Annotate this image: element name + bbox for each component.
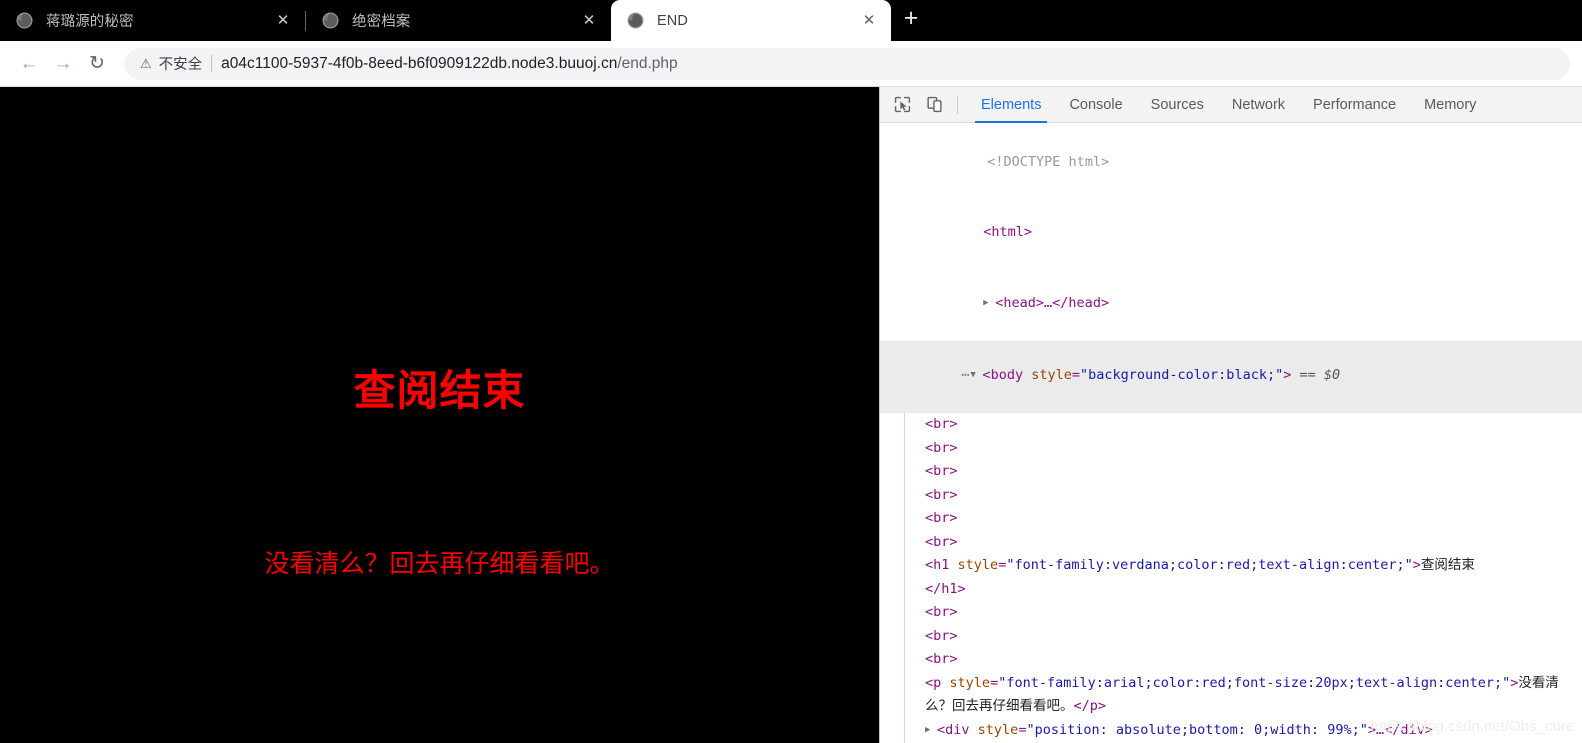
dom-node-br[interactable]: <br>	[905, 507, 1582, 531]
body-attr-name[interactable]: style	[1031, 367, 1072, 383]
warning-triangle-icon: ⚠	[140, 56, 152, 72]
html-open-tag: <html>	[983, 224, 1032, 240]
br-tag: <br>	[925, 416, 958, 432]
p-close-tag: </p>	[1074, 698, 1107, 714]
tab-console[interactable]: Console	[1055, 87, 1136, 123]
tab-memory[interactable]: Memory	[1410, 87, 1490, 123]
device-toolbar-icon[interactable]	[920, 91, 948, 119]
p-tag-name: p	[933, 675, 941, 691]
dom-node-br[interactable]: <br>	[905, 484, 1582, 508]
dom-node-h1-close: </h1>	[905, 578, 1582, 602]
br-tag: <br>	[925, 510, 958, 526]
chevron-down-icon[interactable]	[970, 364, 982, 388]
close-icon[interactable]: ✕	[273, 11, 293, 31]
br-tag: <br>	[925, 604, 958, 620]
browser-tab-1[interactable]: 蒋璐源的秘密 ✕	[0, 0, 305, 41]
node-overflow-dots[interactable]: ⋯	[961, 367, 970, 383]
globe-icon	[16, 12, 33, 29]
address-bar[interactable]: ⚠ 不安全 a04c1100-5937-4f0b-8eed-b6f0909122…	[124, 48, 1570, 80]
h1-text-node[interactable]: 查阅结束	[1421, 557, 1475, 573]
selected-node-marker: == $0	[1300, 367, 1341, 383]
dom-node-head[interactable]: <head>…</head>	[880, 268, 1582, 341]
chevron-right-icon[interactable]	[983, 292, 995, 316]
dom-node-body-open[interactable]: ⋯<body style="background-color:black;"> …	[880, 341, 1582, 414]
close-icon[interactable]: ✕	[859, 11, 879, 31]
dom-node-br[interactable]: <br>	[905, 648, 1582, 672]
content-split: 查阅结束 没看清么？回去再仔细看看吧。	[0, 87, 1582, 743]
browser-tab-title: 蒋璐源的秘密	[46, 10, 265, 31]
dom-node-br[interactable]: <br>	[905, 531, 1582, 555]
div1-collapsed: …</div>	[1376, 722, 1433, 738]
browser-tab-2[interactable]: 绝密档案 ✕	[306, 0, 611, 41]
div1-attr-name[interactable]: style	[978, 722, 1019, 738]
br-tag: <br>	[925, 440, 958, 456]
browser-tab-3-active[interactable]: END ✕	[611, 0, 891, 41]
tab-strip: 蒋璐源的秘密 ✕ 绝密档案 ✕ EN	[0, 0, 1582, 41]
close-icon[interactable]: ✕	[579, 11, 599, 31]
browser-toolbar: ← → ↻ ⚠ 不安全 a04c1100-5937-4f0b-8eed-b6f0…	[0, 41, 1582, 87]
url-path: /end.php	[617, 55, 677, 72]
h1-attr-name[interactable]: style	[958, 557, 999, 573]
url-text: a04c1100-5937-4f0b-8eed-b6f0909122db.nod…	[221, 55, 678, 73]
dom-node-br[interactable]: <br>	[905, 460, 1582, 484]
devtools-panel: Elements Console Sources Network Perform…	[879, 87, 1582, 743]
dom-node-br[interactable]: <br>	[905, 625, 1582, 649]
h1-attr-value[interactable]: font-family:verdana;color:red;text-align…	[1014, 557, 1404, 573]
page-heading: 查阅结束	[0, 368, 879, 414]
dom-node-doctype: <!DOCTYPE html>	[880, 127, 1582, 198]
dom-node-div-absolute[interactable]: <div style="position: absolute;bottom: 0…	[905, 719, 1582, 743]
devtools-tab-bar: Elements Console Sources Network Perform…	[880, 87, 1582, 123]
new-tab-button[interactable]: +	[891, 0, 931, 41]
tab-sources[interactable]: Sources	[1137, 87, 1218, 123]
dom-node-br[interactable]: <br>	[905, 413, 1582, 437]
page-paragraph: 没看清么？回去再仔细看看吧。	[0, 549, 879, 579]
br-tag: <br>	[925, 651, 958, 667]
h1-tag-name: h1	[933, 557, 949, 573]
page-viewport: 查阅结束 没看清么？回去再仔细看看吧。	[0, 87, 879, 743]
dom-node-p[interactable]: <p style="font-family:arial;color:red;fo…	[905, 672, 1582, 719]
dom-node-br[interactable]: <br>	[905, 437, 1582, 461]
browser-tab-title: 绝密档案	[352, 10, 571, 31]
p-attr-value[interactable]: font-family:arial;color:red;font-size:20…	[1006, 675, 1502, 691]
p-attr-name[interactable]: style	[949, 675, 990, 691]
h1-close-tag: </h1>	[925, 581, 966, 597]
dom-tree: <!DOCTYPE html> <html> <head>…</head> ⋯<…	[880, 123, 1582, 743]
globe-icon	[322, 12, 339, 29]
br-tag: <br>	[925, 628, 958, 644]
br-tag: <br>	[925, 463, 958, 479]
chevron-right-icon[interactable]	[925, 719, 937, 743]
tab-performance[interactable]: Performance	[1299, 87, 1410, 123]
reload-button[interactable]: ↻	[80, 47, 114, 81]
tab-network[interactable]: Network	[1218, 87, 1299, 123]
devtools-toolbar-divider	[957, 96, 958, 114]
url-host: a04c1100-5937-4f0b-8eed-b6f0909122db.nod…	[221, 55, 617, 72]
body-attr-value[interactable]: background-color:black;	[1088, 367, 1275, 383]
dom-node-html-open[interactable]: <html>	[880, 198, 1582, 269]
body-tag-name: body	[991, 367, 1024, 383]
security-status-label: 不安全	[159, 53, 203, 74]
browser-tab-title: END	[657, 13, 851, 29]
omnibox-divider	[211, 55, 212, 72]
dom-node-h1[interactable]: <h1 style="font-family:verdana;color:red…	[905, 554, 1582, 578]
globe-icon	[627, 12, 644, 29]
dom-node-br[interactable]: <br>	[905, 601, 1582, 625]
browser-window: 蒋璐源的秘密 ✕ 绝密档案 ✕ EN	[0, 0, 1582, 743]
br-tag: <br>	[925, 534, 958, 550]
doctype-text: <!DOCTYPE html>	[987, 154, 1109, 170]
tab-elements[interactable]: Elements	[967, 87, 1055, 123]
head-tag: <head>…</head>	[995, 295, 1109, 311]
div1-attr-value[interactable]: position: absolute;bottom: 0;width: 99%;	[1035, 722, 1360, 738]
cursor-select-icon[interactable]	[888, 91, 916, 119]
div1-tag-name: div	[945, 722, 969, 738]
forward-button[interactable]: →	[46, 47, 80, 81]
br-tag: <br>	[925, 487, 958, 503]
back-button[interactable]: ←	[12, 47, 46, 81]
